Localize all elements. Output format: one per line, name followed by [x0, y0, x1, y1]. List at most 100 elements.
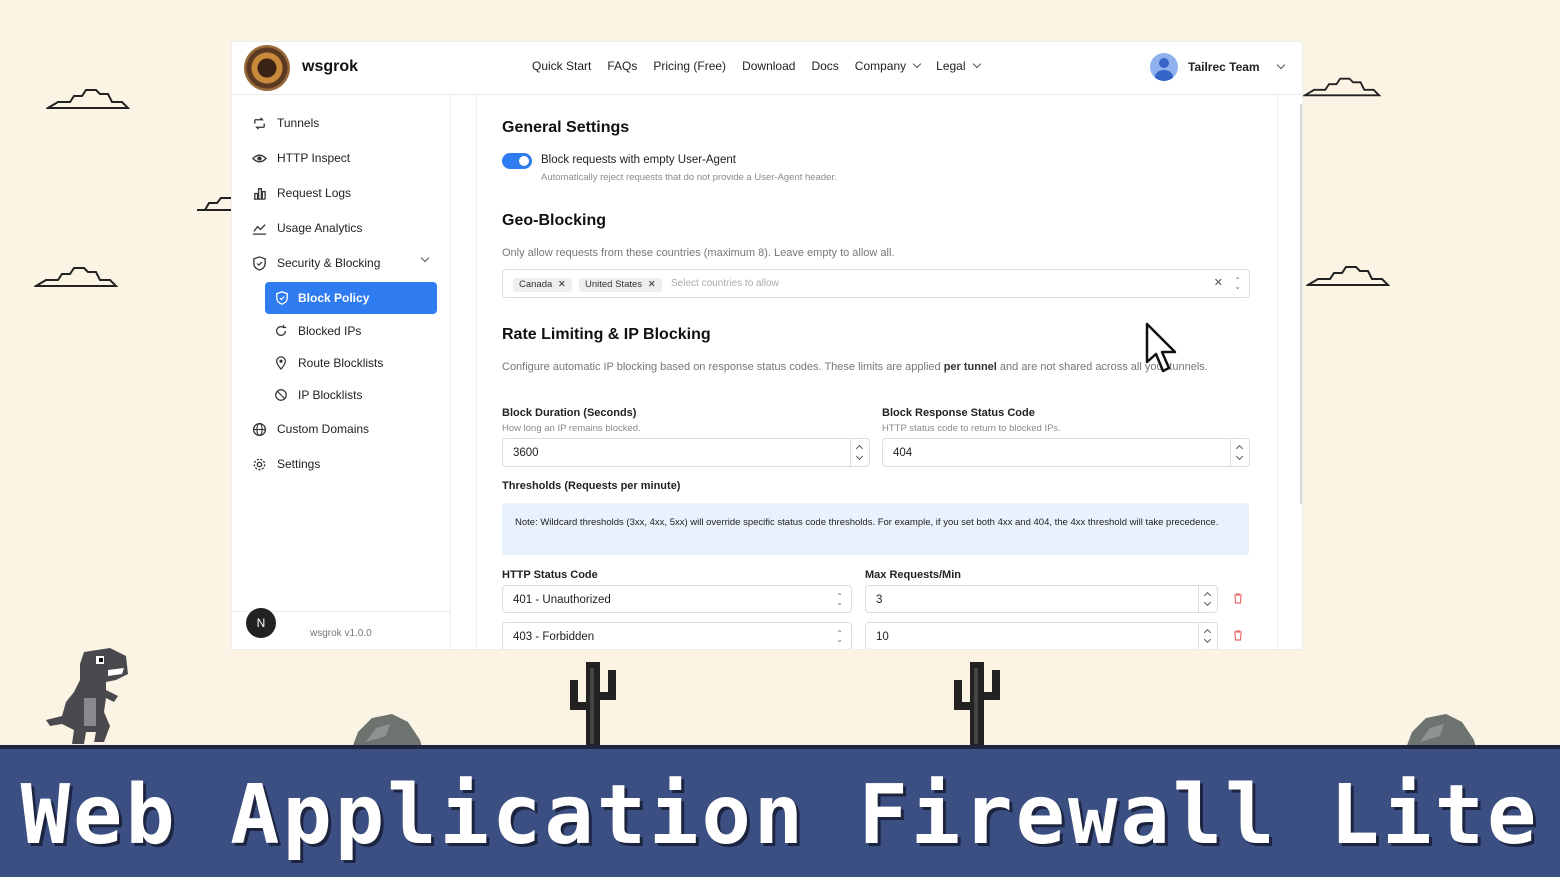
block-status-input[interactable]: 404: [882, 438, 1250, 467]
cactus-icon: [954, 662, 1000, 748]
nav-pricing[interactable]: Pricing (Free): [653, 59, 726, 73]
sidebar-item-security-blocking[interactable]: Security & Blocking: [252, 253, 430, 273]
rock-icon: [352, 714, 422, 748]
empty-user-agent-toggle[interactable]: [502, 153, 532, 169]
sidebar-item-usage-analytics[interactable]: Usage Analytics: [252, 218, 362, 238]
block-status-help: HTTP status code to return to blocked IP…: [882, 423, 1061, 434]
trash-icon[interactable]: [1233, 593, 1243, 604]
number-stepper[interactable]: [850, 439, 869, 466]
account-badge[interactable]: N: [246, 608, 276, 638]
nav-legal[interactable]: Legal: [936, 59, 981, 73]
dinosaur-icon: [46, 648, 128, 744]
input-value: 3: [876, 594, 883, 606]
sidebar-item-label: Settings: [277, 457, 321, 471]
app-window: wsgrok Quick Start FAQs Pricing (Free) D…: [232, 42, 1302, 649]
sidebar-item-label: Tunnels: [277, 116, 320, 130]
select-arrows-icon: ⌃ ⌄: [1234, 276, 1241, 291]
sidebar-item-label: Security & Blocking: [277, 256, 381, 270]
sidebar: Tunnels HTTP Inspect Request Logs Usage …: [232, 95, 451, 649]
sidebar-subitem-block-policy[interactable]: Block Policy: [265, 282, 437, 314]
shield-icon: [253, 255, 266, 271]
general-settings-title: General Settings: [502, 119, 630, 136]
nav-company[interactable]: Company: [855, 59, 922, 73]
max-requests-column-label: Max Requests/Min: [865, 569, 961, 581]
nav-faqs[interactable]: FAQs: [607, 59, 637, 73]
banner-title: Web Application Firewall Lite: [20, 768, 1540, 863]
max-requests-input[interactable]: 3: [865, 585, 1218, 613]
input-value: 404: [893, 447, 913, 459]
brand-name[interactable]: wsgrok: [302, 58, 358, 76]
chevron-down-icon: [420, 253, 430, 263]
tunnels-icon: [254, 116, 265, 130]
top-navbar: wsgrok Quick Start FAQs Pricing (Free) D…: [232, 42, 1302, 95]
cloud-decoration: [1306, 266, 1390, 286]
rate-description: Configure automatic IP blocking based on…: [502, 361, 1208, 373]
sidebar-item-label: HTTP Inspect: [277, 151, 351, 165]
number-stepper[interactable]: [1230, 439, 1249, 466]
country-chip[interactable]: Canada ✕: [513, 278, 572, 292]
wsgrok-logo[interactable]: [244, 45, 290, 91]
sidebar-item-label: Custom Domains: [277, 422, 370, 436]
thresholds-label: Thresholds (Requests per minute): [502, 480, 681, 492]
location-pin-icon: [276, 356, 286, 370]
bar-chart-icon: [253, 187, 266, 200]
block-duration-input[interactable]: 3600: [502, 438, 870, 467]
cloud-decoration: [197, 197, 233, 211]
shield-icon: [276, 291, 288, 305]
number-stepper[interactable]: [1198, 623, 1217, 649]
wildcard-note: Note: Wildcard thresholds (3xx, 4xx, 5xx…: [502, 503, 1249, 555]
select-value: 403 - Forbidden: [513, 631, 595, 643]
select-arrows-icon: ⌃ ⌄: [836, 592, 843, 607]
nav-docs[interactable]: Docs: [811, 59, 838, 73]
nav-quick-start[interactable]: Quick Start: [532, 59, 591, 73]
remove-chip-icon[interactable]: ✕: [648, 279, 656, 290]
max-requests-input[interactable]: 10: [865, 622, 1218, 649]
sidebar-item-label: Route Blocklists: [298, 356, 384, 370]
clear-icon[interactable]: ✕: [1214, 276, 1223, 289]
sidebar-subitem-ip-blocklists[interactable]: IP Blocklists: [274, 385, 362, 405]
status-code-select[interactable]: 403 - Forbidden ⌃ ⌄: [502, 622, 852, 649]
block-duration-help: How long an IP remains blocked.: [502, 423, 641, 434]
status-code-column-label: HTTP Status Code: [502, 569, 598, 581]
chevron-down-icon: [912, 59, 922, 69]
country-multiselect[interactable]: Canada ✕ United States ✕ Select countrie…: [502, 269, 1250, 298]
select-arrows-icon: ⌃ ⌄: [836, 629, 843, 644]
geo-description: Only allow requests from these countries…: [502, 247, 895, 259]
cactus-icon: [570, 662, 616, 748]
gear-icon: [253, 458, 266, 470]
sidebar-item-custom-domains[interactable]: Custom Domains: [252, 419, 369, 439]
rate-limiting-title: Rate Limiting & IP Blocking: [502, 326, 711, 343]
sidebar-item-request-logs[interactable]: Request Logs: [252, 183, 351, 203]
cloud-decoration: [1303, 77, 1381, 97]
rock-icon: [1406, 714, 1476, 748]
chevron-down-icon: [1276, 60, 1285, 70]
version-label: wsgrok v1.0.0: [310, 628, 372, 639]
country-placeholder: Select countries to allow: [671, 278, 779, 289]
mouse-cursor-icon: [1145, 322, 1177, 373]
sidebar-item-label: Block Policy: [298, 291, 370, 305]
sidebar-subitem-route-blocklists[interactable]: Route Blocklists: [274, 353, 383, 373]
user-name: Tailrec Team: [1188, 60, 1260, 74]
nav-download[interactable]: Download: [742, 59, 795, 73]
top-nav: Quick Start FAQs Pricing (Free) Download…: [532, 59, 981, 73]
refresh-icon: [276, 324, 287, 336]
sidebar-item-label: Request Logs: [277, 186, 352, 200]
sidebar-item-settings[interactable]: Settings: [252, 454, 320, 474]
geo-blocking-title: Geo-Blocking: [502, 212, 607, 229]
user-avatar: [1150, 53, 1178, 81]
number-stepper[interactable]: [1198, 586, 1217, 612]
trash-icon[interactable]: [1233, 630, 1243, 641]
globe-icon: [252, 422, 267, 436]
input-value: 3600: [513, 447, 539, 459]
user-menu[interactable]: Tailrec Team: [1150, 53, 1285, 81]
remove-chip-icon[interactable]: ✕: [558, 279, 566, 290]
block-duration-label: Block Duration (Seconds): [502, 407, 637, 419]
country-chip[interactable]: United States ✕: [579, 278, 662, 292]
sidebar-item-http-inspect[interactable]: HTTP Inspect: [252, 148, 350, 168]
toggle-label: Block requests with empty User-Agent: [541, 154, 736, 166]
sidebar-subitem-blocked-ips[interactable]: Blocked IPs: [274, 321, 361, 341]
status-code-select[interactable]: 401 - Unauthorized ⌃ ⌄: [502, 585, 852, 613]
sidebar-item-tunnels[interactable]: Tunnels: [252, 113, 319, 133]
scrollbar[interactable]: [1300, 104, 1302, 504]
toggle-help: Automatically reject requests that do no…: [541, 172, 837, 183]
